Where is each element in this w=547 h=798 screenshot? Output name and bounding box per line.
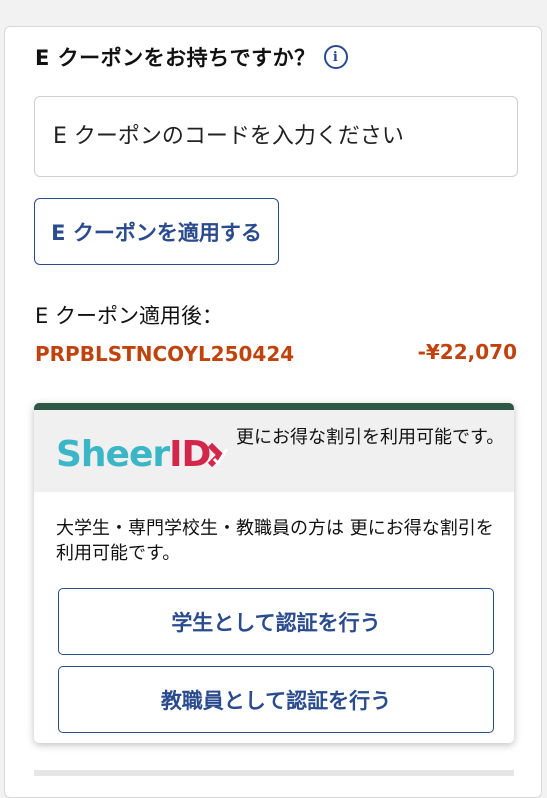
coupon-code-input[interactable] — [34, 96, 518, 177]
coupon-heading: E クーポンをお持ちですか？ i — [35, 42, 348, 72]
sheerid-logo: Sheer ID — [56, 434, 230, 475]
sheerid-header: Sheer ID 更にお得な割引を利用可能です。 — [34, 410, 514, 492]
apply-coupon-button[interactable]: E クーポンを適用する — [34, 198, 279, 265]
applied-discount-amount: -¥22,070 — [417, 340, 517, 364]
coupon-heading-text: E クーポンをお持ちですか？ — [35, 46, 316, 70]
applied-coupon-label: E クーポン適用後： — [35, 304, 223, 328]
sheerid-body-text: 大学生・専門学校生・教職員の方は 更にお得な割引を利用可能です。 — [56, 518, 494, 564]
verify-staff-button[interactable]: 教職員として認証を行う — [58, 666, 494, 733]
sheerid-card: Sheer ID 更にお得な割引を利用可能です。 大学生・専門学校生・教職員の方は… — [34, 403, 514, 743]
sheerid-header-text: 更にお得な割引を利用可能です。 — [236, 427, 505, 448]
verify-student-button[interactable]: 学生として認証を行う — [58, 588, 494, 655]
sheerid-checkmark-icon — [208, 442, 229, 467]
info-icon[interactable]: i — [323, 45, 348, 69]
applied-coupon-code: PRPBLSTNCOYL250424 — [35, 342, 295, 366]
divider — [34, 770, 514, 776]
sheerid-logo-main: Sheer — [56, 434, 170, 475]
sheerid-logo-id: ID — [169, 434, 211, 475]
